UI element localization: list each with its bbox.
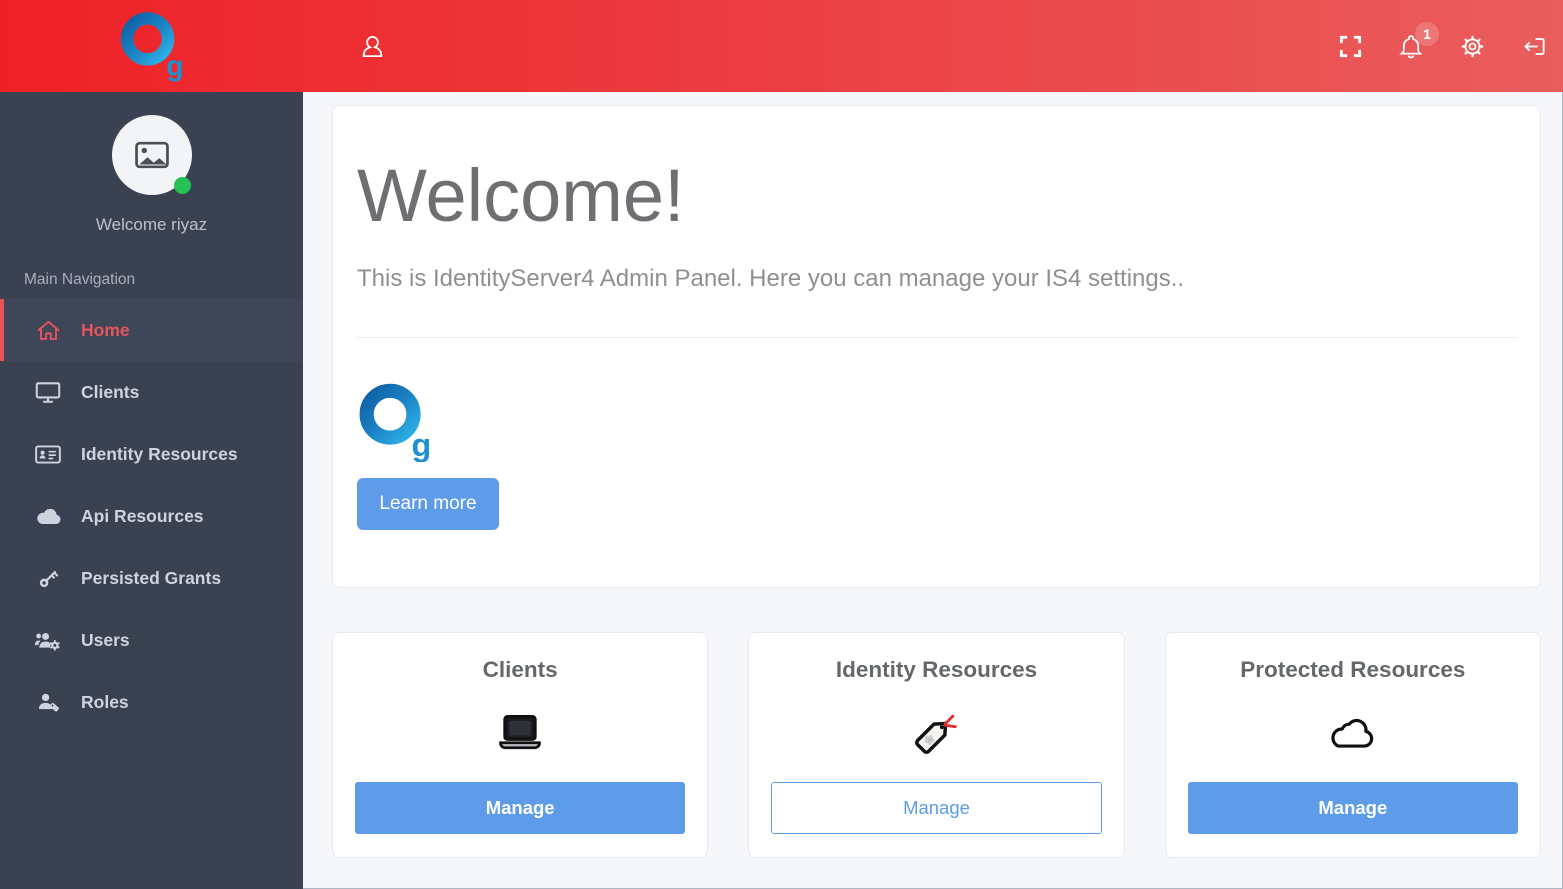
manage-identity-resources-button[interactable]: Manage: [771, 782, 1102, 834]
fullscreen-icon: [1339, 35, 1362, 57]
card-title: Identity Resources: [835, 657, 1038, 682]
svg-text:g: g: [166, 50, 183, 82]
sidebar-welcome-text: Welcome riyaz: [95, 215, 208, 234]
clients-card: Clients Manage: [332, 632, 709, 858]
card-title: Clients: [482, 657, 558, 682]
key-icon: [34, 567, 62, 590]
sidebar-item-label: Users: [81, 629, 130, 650]
divider: [357, 337, 1516, 338]
settings-button[interactable]: [1459, 33, 1486, 60]
avatar: [111, 115, 192, 195]
sidebar: Welcome riyaz Main Navigation Home Clien…: [0, 92, 303, 889]
brand-og-logo-icon: g: [120, 12, 183, 82]
sidebar-item-identity-resources[interactable]: Identity Resources: [0, 423, 303, 485]
gear-icon: [1461, 35, 1484, 57]
home-icon: [34, 319, 62, 342]
online-status-dot: [173, 177, 191, 194]
brand-logo-link[interactable]: g: [0, 8, 303, 84]
sidebar-item-clients[interactable]: Clients: [0, 361, 303, 423]
manage-clients-button[interactable]: Manage: [355, 782, 686, 834]
notifications-button[interactable]: 1: [1397, 22, 1439, 60]
sidebar-item-api-resources[interactable]: Api Resources: [0, 485, 303, 547]
user-menu-button[interactable]: [359, 33, 386, 60]
main-navigation: Home Clients Identity Resources Api Reso…: [0, 299, 303, 733]
main-content: Welcome! This is IdentityServer4 Admin P…: [303, 92, 1563, 889]
user-icon: [362, 35, 383, 57]
sidebar-item-label: Home: [81, 319, 130, 340]
sidebar-item-label: Api Resources: [81, 505, 204, 526]
user-tag-icon: [34, 691, 62, 713]
id-card-icon: [34, 444, 62, 465]
topbar-actions: 1: [1338, 22, 1563, 60]
sidebar-item-home[interactable]: Home: [0, 299, 303, 361]
tag-icon: [749, 701, 1123, 765]
laptop-icon: [333, 701, 707, 765]
card-title: Protected Resources: [1240, 657, 1466, 682]
nav-section-label: Main Navigation: [24, 271, 136, 288]
svg-text:g: g: [412, 427, 429, 462]
logout-icon: [1524, 37, 1545, 55]
fullscreen-button[interactable]: [1338, 34, 1363, 59]
protected-resources-card: Protected Resources Manage: [1164, 632, 1541, 858]
notification-count-badge: 1: [1415, 22, 1439, 46]
logout-button[interactable]: [1520, 33, 1547, 60]
brand-og-logo-icon: g: [359, 383, 429, 462]
sidebar-item-label: Identity Resources: [81, 443, 238, 464]
users-gear-icon: [34, 630, 62, 651]
sidebar-item-label: Roles: [81, 691, 129, 712]
page-title: Welcome!: [357, 154, 685, 237]
sidebar-item-users[interactable]: Users: [0, 609, 303, 671]
desktop-icon: [34, 381, 62, 403]
identity-resources-card: Identity Resources Manage: [748, 632, 1125, 858]
manage-protected-resources-button[interactable]: Manage: [1187, 782, 1518, 834]
sidebar-item-label: Persisted Grants: [81, 567, 222, 588]
learn-more-button[interactable]: Learn more: [357, 478, 499, 530]
topbar: g 1: [0, 0, 1563, 92]
identityserver-admin-panel: g 1 Welcome riyaz Main Navigation Home C…: [0, 0, 1563, 889]
cloud-icon: [34, 507, 62, 526]
resource-cards-row: Clients Manage Identity Resources Manage…: [332, 632, 1541, 858]
user-profile-panel: Welcome riyaz: [0, 92, 303, 235]
sidebar-item-roles[interactable]: Roles: [0, 671, 303, 733]
cloud-outline-icon: [1166, 701, 1540, 765]
sidebar-item-persisted-grants[interactable]: Persisted Grants: [0, 547, 303, 609]
image-placeholder-icon: [134, 141, 169, 169]
welcome-subtitle: This is IdentityServer4 Admin Panel. Her…: [357, 265, 1185, 292]
sidebar-item-label: Clients: [81, 381, 140, 402]
welcome-card: Welcome! This is IdentityServer4 Admin P…: [332, 105, 1541, 588]
